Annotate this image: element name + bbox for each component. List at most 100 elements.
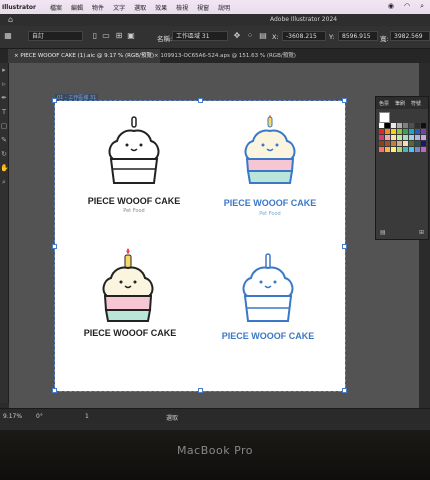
menu-window[interactable]: 視窗 <box>197 3 209 12</box>
color-swatch[interactable] <box>403 147 408 152</box>
wifi-icon[interactable]: ◠ <box>404 2 410 11</box>
reference-point-icon[interactable]: ⁘ <box>245 31 255 41</box>
artboard[interactable]: PIECE WOOOF CAKE Pet Food PIECE WOOOF CA… <box>52 98 347 393</box>
landscape-icon[interactable]: ▭ <box>101 31 111 41</box>
color-swatch[interactable] <box>409 135 414 140</box>
status-mode[interactable]: 選取 <box>166 413 178 422</box>
color-swatch[interactable] <box>397 123 402 128</box>
menu-object[interactable]: 物件 <box>92 3 104 12</box>
menu-file[interactable]: 檔案 <box>50 3 62 12</box>
artboard-handle[interactable] <box>342 98 347 103</box>
color-swatch[interactable] <box>397 129 402 134</box>
swatch-library-icon[interactable]: ▤ <box>380 229 386 236</box>
pen-tool-icon[interactable]: ✒ <box>0 91 8 105</box>
menu-help[interactable]: 說明 <box>218 3 230 12</box>
logo-color-cake[interactable] <box>97 246 159 324</box>
shape-tool-icon[interactable]: ▢ <box>0 119 8 133</box>
color-swatch[interactable] <box>397 147 402 152</box>
color-swatch[interactable] <box>403 135 408 140</box>
color-swatch[interactable] <box>397 135 402 140</box>
color-swatch[interactable] <box>403 141 408 146</box>
artboard-tool-icon[interactable]: ▦ <box>3 31 13 41</box>
hand-tool-icon[interactable]: ✋ <box>0 161 9 175</box>
artboard-handle[interactable] <box>52 388 57 393</box>
color-swatch[interactable] <box>385 141 390 146</box>
color-swatch[interactable] <box>397 141 402 146</box>
logo-color-blue-cake[interactable] <box>239 115 301 187</box>
menu-view[interactable]: 檢視 <box>176 3 188 12</box>
fill-stroke-indicator[interactable] <box>379 112 390 123</box>
logo-outline-cake[interactable] <box>103 115 165 187</box>
menu-edit[interactable]: 編輯 <box>71 3 83 12</box>
color-swatch[interactable] <box>385 147 390 152</box>
color-swatch[interactable] <box>421 129 426 134</box>
artboard-handle[interactable] <box>52 98 57 103</box>
color-swatch[interactable] <box>379 147 384 152</box>
rotate-tool-icon[interactable]: ↻ <box>0 147 8 161</box>
brush-tool-icon[interactable]: ✎ <box>0 133 8 147</box>
artboard-handle[interactable] <box>52 244 57 249</box>
artboard-handle[interactable] <box>342 388 347 393</box>
color-swatch[interactable] <box>379 135 384 140</box>
color-swatch[interactable] <box>385 123 390 128</box>
color-swatch[interactable] <box>391 123 396 128</box>
color-swatch[interactable] <box>379 129 384 134</box>
color-swatch[interactable] <box>409 141 414 146</box>
color-swatch[interactable] <box>391 147 396 152</box>
artboard-number[interactable]: 1 <box>85 413 89 420</box>
creative-cloud-icon[interactable]: ◉ <box>388 2 394 11</box>
menu-effect[interactable]: 效果 <box>155 3 167 12</box>
artboard-name-field[interactable]: 工作區域 31 <box>172 31 228 41</box>
zoom-tool-icon[interactable]: ⌕ <box>0 175 8 189</box>
color-swatch[interactable] <box>403 123 408 128</box>
tab-symbols[interactable]: 符號 <box>411 100 421 107</box>
color-swatch[interactable] <box>403 129 408 134</box>
color-swatch[interactable] <box>415 141 420 146</box>
color-swatch[interactable] <box>379 141 384 146</box>
menu-select[interactable]: 選取 <box>134 3 146 12</box>
color-swatch[interactable] <box>415 135 420 140</box>
preset-select[interactable]: 自訂 <box>28 31 83 41</box>
options-icon[interactable]: ▤ <box>258 31 268 41</box>
rotation-angle[interactable]: 0° <box>36 413 43 420</box>
tab-swatches[interactable]: 色票 <box>379 100 389 107</box>
artboard-label[interactable]: 01 - 工作區域 31 <box>55 94 99 101</box>
search-icon[interactable]: ⌕ <box>420 2 424 11</box>
y-field[interactable]: 8596.915 <box>338 31 378 41</box>
menu-type[interactable]: 文字 <box>113 3 125 12</box>
color-swatch[interactable] <box>391 135 396 140</box>
color-swatch[interactable] <box>415 129 420 134</box>
home-icon[interactable]: ⌂ <box>8 15 13 24</box>
color-swatch[interactable] <box>409 147 414 152</box>
x-field[interactable]: -3608.215 <box>282 31 326 41</box>
tab-brushes[interactable]: 筆刷 <box>395 100 405 107</box>
canvas[interactable]: 01 - 工作區域 31 PIECE WOOOF CAKE Pet Food P… <box>9 63 419 408</box>
document-tab[interactable]: × 109913-OC65A6-524.aps @ 151.63 % (RGB/… <box>148 49 302 63</box>
color-swatch[interactable] <box>379 123 384 128</box>
color-swatch[interactable] <box>391 141 396 146</box>
color-swatch[interactable] <box>409 123 414 128</box>
color-swatch[interactable] <box>391 129 396 134</box>
new-artboard-icon[interactable]: ⊞ <box>114 31 124 41</box>
artboard-handle[interactable] <box>198 388 203 393</box>
color-swatch[interactable] <box>421 147 426 152</box>
color-swatch[interactable] <box>415 123 420 128</box>
color-swatch[interactable] <box>415 147 420 152</box>
color-swatch[interactable] <box>385 135 390 140</box>
apple-app-menu[interactable]: Illustrator <box>2 4 36 11</box>
direct-selection-tool-icon[interactable]: ▹ <box>0 77 8 91</box>
color-swatch[interactable] <box>421 123 426 128</box>
document-tab-active[interactable]: × PIECE WOOOF CAKE (1).aic @ 9.17 % (RGB… <box>8 49 161 63</box>
new-swatch-icon[interactable]: ⊞ <box>419 229 424 236</box>
color-swatch[interactable] <box>409 129 414 134</box>
portrait-icon[interactable]: ▯ <box>90 31 100 41</box>
zoom-level[interactable]: 9.17% <box>3 413 22 420</box>
move-with-artboard-icon[interactable]: ✥ <box>232 31 242 41</box>
color-swatch[interactable] <box>385 129 390 134</box>
color-swatch[interactable] <box>421 141 426 146</box>
width-field[interactable]: 3982.569 <box>390 31 430 41</box>
color-swatch[interactable] <box>421 135 426 140</box>
artboard-handle[interactable] <box>342 244 347 249</box>
type-tool-icon[interactable]: T <box>0 105 8 119</box>
selection-tool-icon[interactable]: ▸ <box>0 63 8 77</box>
